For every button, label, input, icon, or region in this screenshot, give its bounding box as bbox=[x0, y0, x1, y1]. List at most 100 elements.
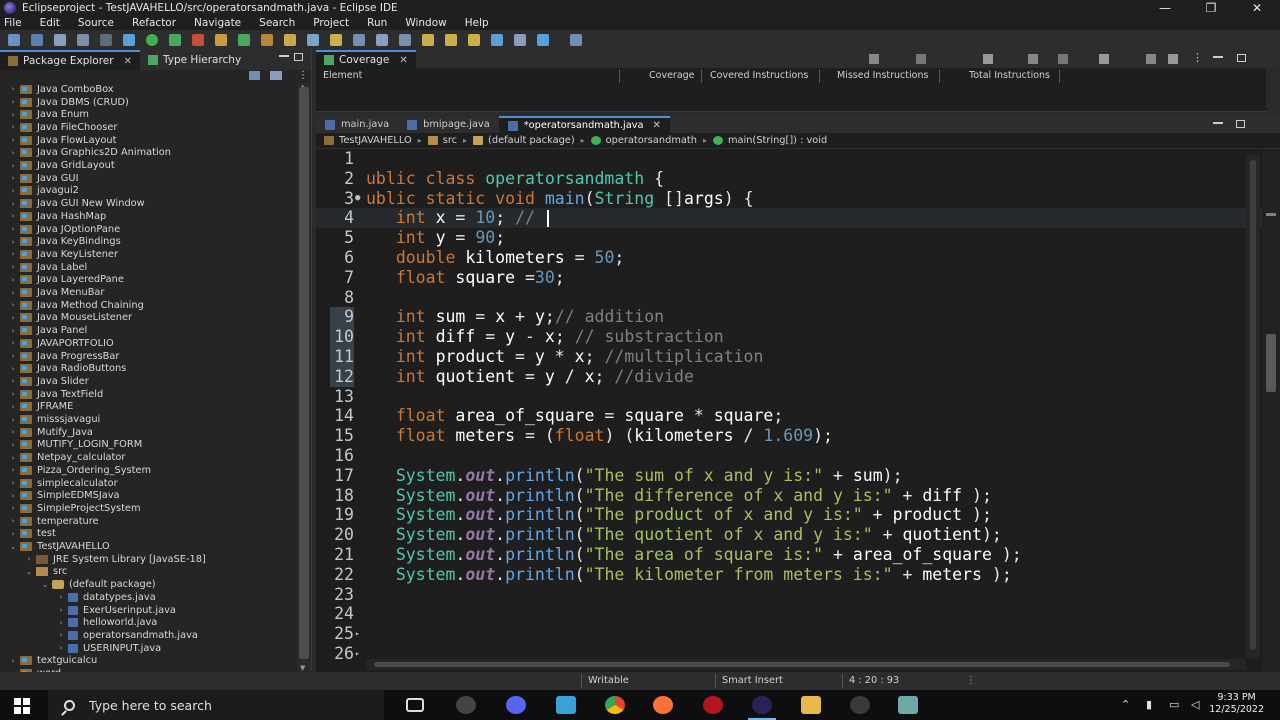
run-icon[interactable] bbox=[146, 34, 158, 46]
expand-arrow-icon[interactable]: › bbox=[8, 657, 18, 665]
menu-navigate[interactable]: Navigate bbox=[194, 17, 241, 29]
tray-expand-icon[interactable]: ⌃ bbox=[1121, 698, 1130, 711]
tree-item[interactable]: ⌄ (default package) bbox=[40, 578, 156, 591]
close-icon[interactable]: ✕ bbox=[399, 55, 407, 66]
expand-arrow-icon[interactable]: › bbox=[8, 276, 18, 284]
expand-arrow-icon[interactable]: › bbox=[24, 555, 34, 563]
tree-item[interactable]: › Java GUI bbox=[8, 172, 79, 185]
tree-item[interactable]: › Java LayeredPane bbox=[8, 274, 124, 287]
discord-icon[interactable] bbox=[506, 696, 526, 714]
expand-arrow-icon[interactable]: › bbox=[8, 85, 18, 93]
file-explorer-icon[interactable] bbox=[801, 696, 821, 714]
expand-arrow-icon[interactable]: › bbox=[8, 250, 18, 258]
save-icon[interactable] bbox=[31, 34, 43, 46]
tree-item[interactable]: › operatorsandmath.java bbox=[56, 629, 198, 642]
system-clock[interactable]: 9:33 PM 12/25/2022 bbox=[1209, 692, 1264, 716]
tab-operatorsandmath-java[interactable]: *operatorsandmath.java ✕ bbox=[498, 116, 670, 133]
editor-horizontal-scrollbar[interactable] bbox=[366, 659, 1246, 670]
coverage-icon[interactable] bbox=[169, 34, 181, 46]
expand-arrow-icon[interactable]: › bbox=[8, 339, 18, 347]
tree-item[interactable]: › JAVAPORTFOLIO bbox=[8, 337, 114, 350]
overview-ruler[interactable] bbox=[1262, 149, 1280, 672]
column-missed-instructions[interactable]: Missed Instructions bbox=[837, 70, 928, 81]
tree-item[interactable]: › Java JOptionPane bbox=[8, 223, 121, 236]
tree-item[interactable]: › misssjavagui bbox=[8, 413, 101, 426]
taskbar-search[interactable]: Type here to search bbox=[48, 690, 384, 720]
tree-item[interactable]: › Java TextField bbox=[8, 388, 104, 401]
tree-item[interactable]: › Java MouseListener bbox=[8, 312, 132, 325]
tree-item[interactable]: › Java FileChooser bbox=[8, 121, 118, 134]
tree-item[interactable]: › test bbox=[8, 528, 56, 541]
tree-item[interactable]: › Java DBMS (CRUD) bbox=[8, 96, 129, 109]
scroll-down-icon[interactable]: ▼ bbox=[300, 664, 305, 672]
collapse-icon[interactable] bbox=[1146, 54, 1156, 64]
editor-vertical-scrollbar[interactable] bbox=[1246, 154, 1260, 658]
firefox-icon[interactable] bbox=[653, 696, 673, 714]
forward-icon[interactable] bbox=[491, 34, 503, 46]
menu-file[interactable]: File bbox=[4, 17, 22, 29]
expand-arrow-icon[interactable]: ⌄ bbox=[8, 543, 18, 551]
remove-all-icon[interactable] bbox=[1028, 54, 1038, 64]
tree-item[interactable]: › SimpleProjectSystem bbox=[8, 502, 141, 515]
coverage-toolbar-icon[interactable] bbox=[869, 54, 879, 64]
overview-marker[interactable] bbox=[1266, 334, 1276, 392]
app-icon-1[interactable] bbox=[456, 696, 476, 714]
debug-icon[interactable] bbox=[123, 34, 135, 46]
expand-arrow-icon[interactable]: › bbox=[56, 644, 66, 652]
back-icon[interactable] bbox=[468, 34, 480, 46]
tree-item[interactable]: › Java Enum bbox=[8, 108, 89, 121]
external-tools-icon[interactable] bbox=[192, 34, 204, 46]
expand-arrow-icon[interactable]: › bbox=[8, 517, 18, 525]
expand-arrow-icon[interactable]: › bbox=[8, 327, 18, 335]
tree-item[interactable]: › helloworld.java bbox=[56, 616, 158, 629]
tree-item[interactable]: › Netpay_calculator bbox=[8, 451, 126, 464]
expand-arrow-icon[interactable]: › bbox=[8, 377, 18, 385]
select-session-icon[interactable] bbox=[1099, 54, 1109, 64]
column-covered-instructions[interactable]: Covered Instructions bbox=[710, 70, 808, 81]
tree-item[interactable]: › datatypes.java bbox=[56, 591, 156, 604]
tree-item[interactable]: › MUTIFY_LOGIN_FORM bbox=[8, 439, 143, 452]
tree-item[interactable]: › textguicalcu bbox=[8, 655, 98, 668]
breadcrumb-package[interactable]: (default package) bbox=[473, 135, 575, 146]
tab-package-explorer[interactable]: Package Explorer ✕ bbox=[0, 50, 140, 70]
expand-arrow-icon[interactable]: › bbox=[8, 466, 18, 474]
task-view-icon[interactable] bbox=[406, 698, 424, 712]
edit-icon[interactable] bbox=[284, 34, 296, 46]
new-class-icon[interactable] bbox=[238, 34, 250, 46]
app-icon-4[interactable] bbox=[850, 696, 870, 714]
minimize-icon[interactable] bbox=[1213, 56, 1223, 58]
expand-arrow-icon[interactable]: › bbox=[8, 225, 18, 233]
save-all-icon[interactable] bbox=[54, 34, 66, 46]
chrome-icon[interactable] bbox=[605, 696, 625, 714]
close-button[interactable]: ✕ bbox=[1234, 0, 1280, 16]
tree-item[interactable]: › Java KeyBindings bbox=[8, 235, 121, 248]
expand-arrow-icon[interactable]: › bbox=[8, 162, 18, 170]
expand-arrow-icon[interactable]: › bbox=[8, 187, 18, 195]
close-icon[interactable]: ✕ bbox=[653, 120, 661, 131]
expand-arrow-icon[interactable]: ⌄ bbox=[24, 568, 34, 576]
view-menu-icon[interactable]: ⋮ bbox=[298, 70, 308, 81]
tree-item[interactable]: › USERINPUT.java bbox=[56, 642, 162, 655]
tree-scroll-thumb[interactable] bbox=[299, 87, 309, 659]
column-total-instructions[interactable]: Total Instructions bbox=[969, 70, 1050, 81]
expand-arrow-icon[interactable]: › bbox=[8, 416, 18, 424]
tab-main-java[interactable]: main.java bbox=[316, 116, 398, 133]
breadcrumb-src[interactable]: src bbox=[427, 135, 457, 146]
tree-item[interactable]: › Mutify_Java bbox=[8, 426, 93, 439]
relaunch-icon[interactable] bbox=[916, 54, 926, 64]
column-coverage[interactable]: Coverage bbox=[649, 70, 695, 81]
eclipse-taskbar-icon[interactable] bbox=[748, 696, 776, 720]
status-cursor-position[interactable]: 4 : 20 : 93 bbox=[849, 675, 899, 686]
link-icon[interactable] bbox=[1168, 54, 1178, 64]
block-selection-icon[interactable] bbox=[376, 34, 388, 46]
tree-item[interactable]: › Java GUI New Window bbox=[8, 197, 145, 210]
tab-type-hierarchy[interactable]: Type Hierarchy bbox=[140, 50, 249, 70]
perspective-icon[interactable] bbox=[570, 34, 582, 46]
next-annotation-icon[interactable] bbox=[422, 34, 434, 46]
tree-item[interactable]: › Java ComboBox bbox=[8, 83, 114, 96]
editor-hscroll-thumb[interactable] bbox=[374, 662, 1230, 667]
windows-start-icon[interactable] bbox=[14, 698, 30, 714]
menu-refactor[interactable]: Refactor bbox=[132, 17, 176, 29]
tree-item[interactable]: › Java KeyListener bbox=[8, 248, 118, 261]
collapse-all-icon[interactable] bbox=[249, 71, 260, 80]
